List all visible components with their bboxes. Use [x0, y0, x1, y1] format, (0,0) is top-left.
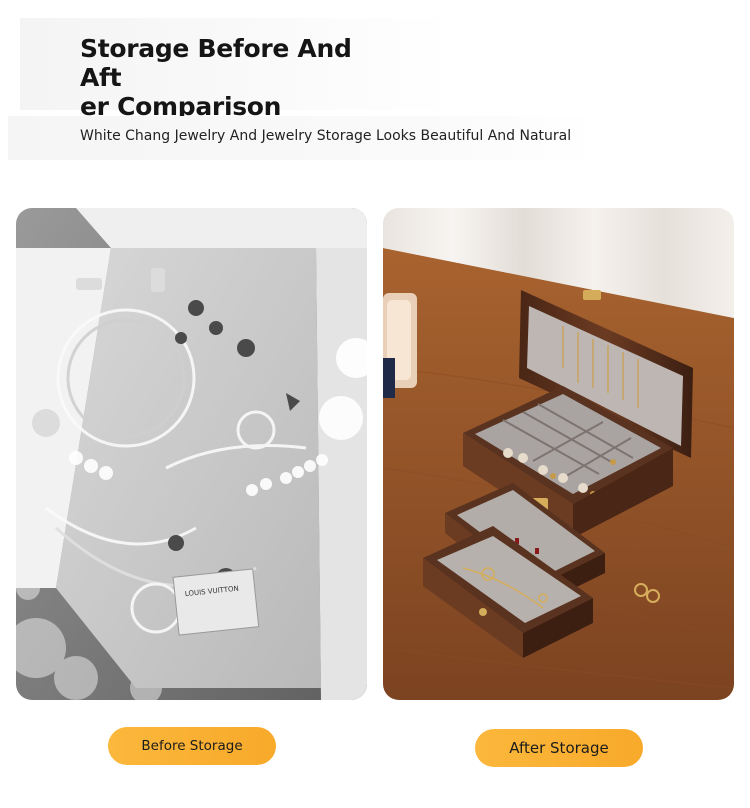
page-title: Storage Before And Aft er Comparison	[80, 34, 400, 121]
before-storage-photo: LOUIS VUITTON	[16, 208, 367, 700]
after-storage-label: After Storage	[509, 739, 609, 757]
before-storage-button[interactable]: Before Storage	[108, 727, 276, 765]
after-storage-button[interactable]: After Storage	[475, 729, 643, 767]
page-title-line-1: Storage Before And Aft	[80, 34, 352, 92]
page-subtitle: White Chang Jewelry And Jewelry Storage …	[80, 128, 572, 144]
before-storage-label: Before Storage	[141, 738, 243, 754]
after-storage-photo	[383, 208, 734, 700]
